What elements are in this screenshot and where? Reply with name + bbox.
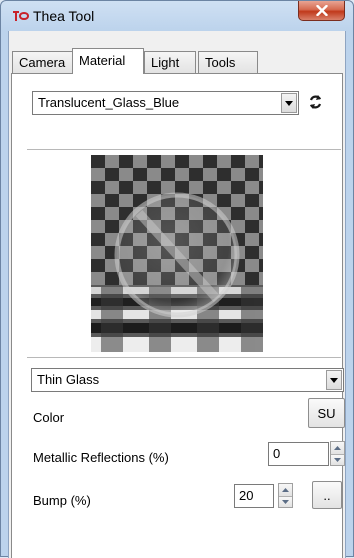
arrow-up-icon [282, 487, 289, 492]
color-label: Color [33, 410, 65, 425]
spin-down-button[interactable] [279, 495, 292, 507]
material-select[interactable]: Translucent_Glass_Blue [32, 91, 299, 115]
metallic-reflections-value: 0 [273, 446, 281, 461]
separator [27, 357, 341, 359]
material-type-select[interactable]: Thin Glass [31, 368, 344, 392]
color-su-button[interactable]: SU [308, 398, 345, 428]
material-dropdown-button[interactable] [281, 93, 297, 113]
material-preview-image [91, 155, 263, 352]
tab-light[interactable]: Light [144, 51, 196, 73]
material-type-value: Thin Glass [37, 372, 100, 387]
metallic-reflections-label: Metallic Reflections (%) [33, 450, 169, 465]
bump-label: Bump (%) [33, 493, 91, 508]
close-button[interactable] [298, 1, 345, 21]
thea-logo-icon [13, 11, 29, 21]
tool-client-area: Camera Material Light Tools Translucent_… [8, 31, 346, 558]
chevron-down-icon [285, 100, 293, 106]
material-tab-panel: Translucent_Glass_Blue Thin Glass Color … [11, 73, 345, 558]
bump-texture-button[interactable]: .. [312, 481, 342, 509]
arrow-down-icon [282, 499, 289, 504]
tab-material-label: Material [79, 53, 126, 68]
tab-tools[interactable]: Tools [198, 51, 258, 73]
tab-material[interactable]: Material [72, 48, 144, 74]
bump-input[interactable]: 20 [234, 484, 274, 508]
spin-up-button[interactable] [279, 484, 292, 496]
bump-value: 20 [239, 488, 254, 503]
arrow-up-icon [334, 445, 341, 450]
material-type-dropdown-button[interactable] [326, 370, 342, 390]
metallic-reflections-spinner[interactable] [330, 441, 345, 466]
close-icon [315, 5, 328, 16]
bump-spinner[interactable] [278, 483, 293, 508]
refresh-icon[interactable] [308, 94, 323, 110]
material-select-value: Translucent_Glass_Blue [38, 95, 180, 110]
tab-light-label: Light [151, 55, 180, 70]
window-title: Thea Tool [33, 8, 95, 24]
separator [27, 149, 341, 151]
arrow-down-icon [334, 457, 341, 462]
color-su-button-label: SU [317, 405, 336, 421]
tab-camera-label: Camera [19, 55, 66, 70]
tab-camera[interactable]: Camera [12, 51, 74, 73]
chevron-down-icon [330, 377, 338, 383]
title-bar[interactable]: Thea Tool [1, 1, 353, 31]
metallic-reflections-input[interactable]: 0 [268, 442, 329, 466]
spin-up-button[interactable] [331, 442, 344, 454]
spin-down-button[interactable] [331, 453, 344, 465]
thea-tool-window: Thea Tool Camera Material Light Tools Tr… [0, 0, 354, 558]
tab-tools-label: Tools [205, 55, 236, 70]
bump-texture-button-label: .. [323, 487, 331, 503]
